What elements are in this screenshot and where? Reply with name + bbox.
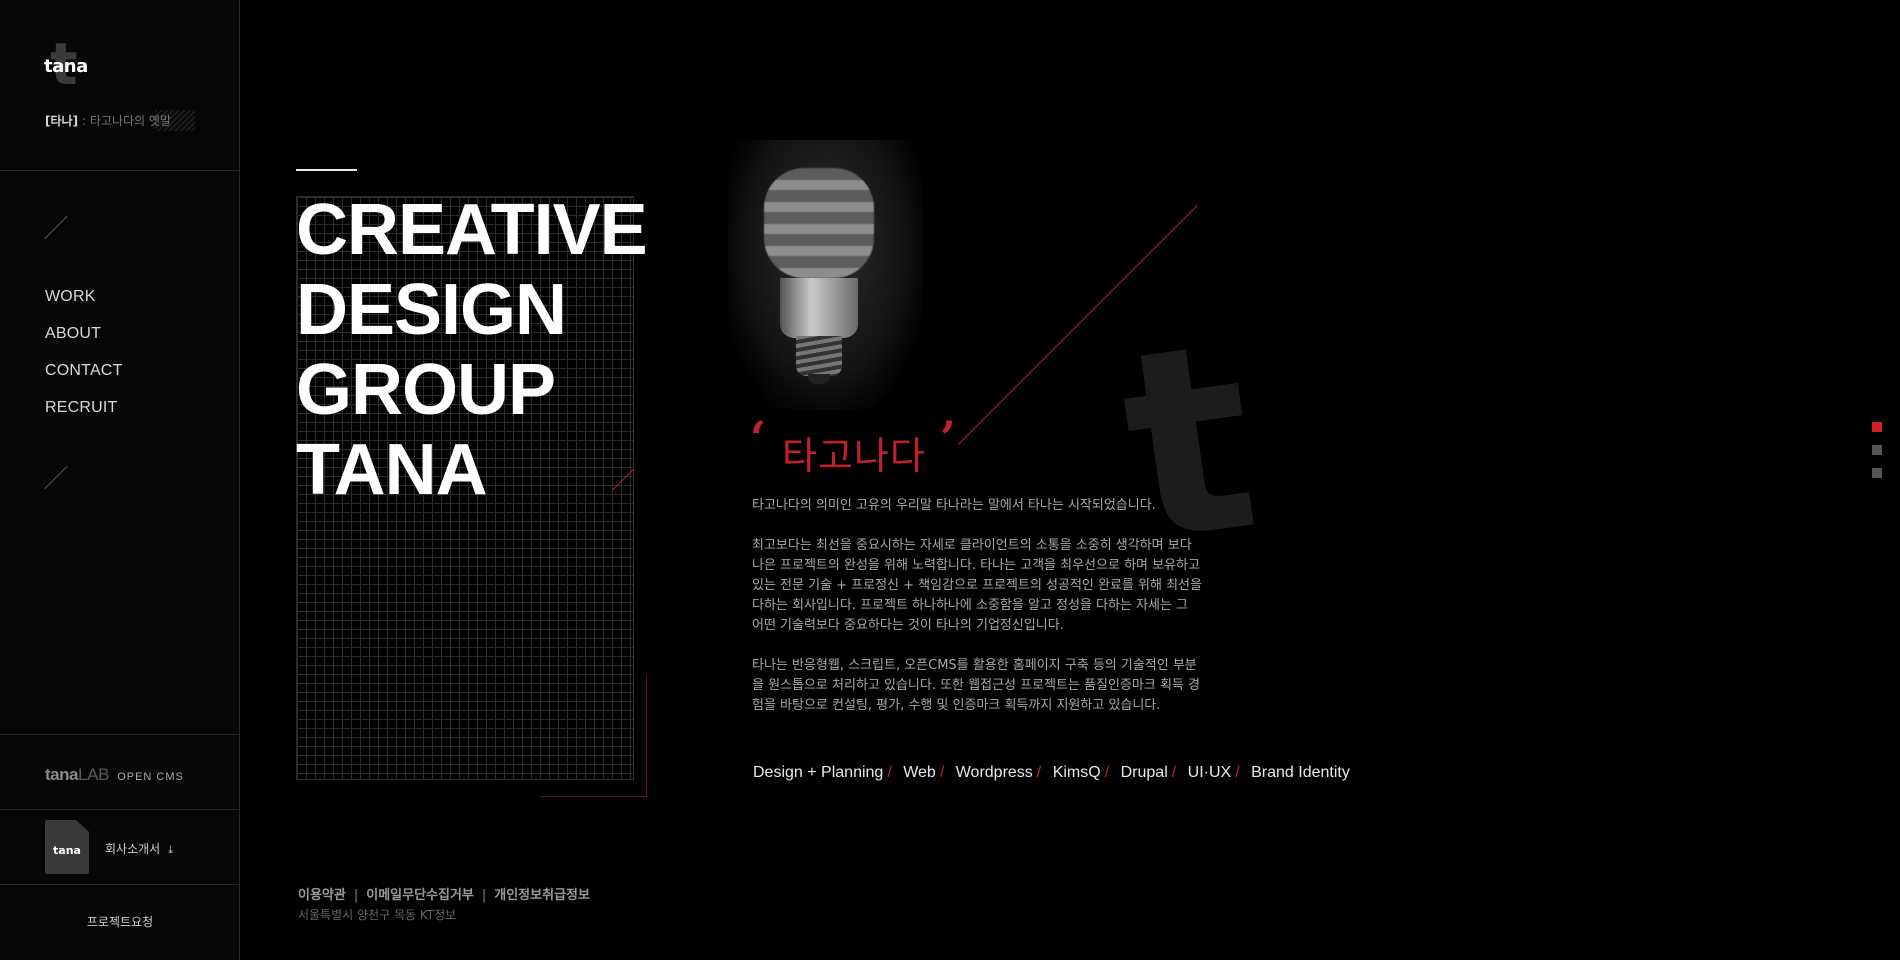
quote-close-mark: ’: [939, 411, 956, 465]
service-item: UI·UX: [1187, 764, 1232, 781]
hero-line: TANA: [296, 430, 488, 510]
download-icon: ⤓: [168, 843, 174, 856]
tagline-text: : 타고나다의 옛말: [82, 114, 172, 128]
footer-separator: |: [353, 888, 359, 903]
pager-dot-2[interactable]: [1872, 445, 1882, 455]
service-item: KimsQ: [1052, 764, 1101, 781]
hero-line: DESIGN: [296, 270, 567, 350]
tagline-bracket: [타나]: [45, 114, 79, 128]
footer-address: 서울특별시 양천구 목동 KT정보: [298, 908, 457, 922]
pager-dot-3[interactable]: [1872, 468, 1882, 478]
quote-heading: ‘ 타고나다 ’: [750, 411, 956, 486]
footer: 이용약관 | 이메일무단수집거부 | 개인정보취급정보 서울특별시 양천구 목동 KT정…: [298, 884, 590, 923]
divider: [0, 809, 240, 810]
brochure-download-link[interactable]: 회사소개서 ⤓: [105, 840, 173, 857]
service-item: Wordpress: [955, 764, 1033, 781]
logo-wordmark: tana: [44, 56, 88, 77]
brand-tagline: [타나]: 타고나다의 옛말: [45, 110, 196, 131]
sidebar: t tana [타나]: 타고나다의 옛말 WORK ABOUT CONTACT…: [0, 0, 240, 960]
lab-name-light: LAB: [77, 765, 110, 784]
footer-separator: |: [481, 888, 487, 903]
hero-line: CREATIVE: [296, 190, 648, 270]
services-list: Design + Planning / Web / Wordpress / KimsQ…: [753, 764, 1350, 781]
footer-link-privacy[interactable]: 개인정보취급정보: [494, 888, 590, 903]
project-request-link[interactable]: 프로젝트요청: [0, 913, 240, 930]
slash-decoration: [44, 466, 68, 490]
quote-title: 타고나다: [782, 434, 926, 478]
divider: [0, 734, 240, 735]
slash-decoration: [44, 216, 68, 240]
section-pager: [1872, 422, 1882, 491]
lab-suffix: OPEN CMS: [117, 771, 184, 783]
quote-open-mark: ‘: [750, 411, 767, 465]
service-item: Brand Identity: [1251, 764, 1350, 781]
description-paragraph: 최고보다는 최선을 중요시하는 자세로 클라이언트의 소통을 소중히 생각하며 …: [752, 538, 1202, 633]
footer-link-terms[interactable]: 이용약관: [298, 888, 346, 903]
document-icon-text: tana: [53, 844, 81, 857]
tana-logo[interactable]: t tana: [44, 35, 104, 93]
nav-item-recruit[interactable]: RECRUIT: [45, 397, 123, 434]
main-nav: WORK ABOUT CONTACT RECRUIT: [45, 286, 123, 434]
lab-name-bold: tana: [45, 765, 78, 784]
divider: [0, 170, 240, 171]
lightbulb-image: [728, 140, 922, 410]
brochure-label: 회사소개서: [105, 842, 161, 856]
nav-item-work[interactable]: WORK: [45, 286, 123, 323]
service-item: Web: [903, 764, 936, 781]
hero-accent-bar: [296, 169, 357, 171]
service-item: Design + Planning: [753, 764, 884, 781]
footer-links: 이용약관 | 이메일무단수집거부 | 개인정보취급정보: [298, 884, 590, 903]
document-icon[interactable]: tana: [45, 820, 89, 874]
nav-item-contact[interactable]: CONTACT: [45, 360, 123, 397]
pager-dot-1[interactable]: [1872, 422, 1882, 432]
hero-line: GROUP: [296, 350, 556, 430]
description-paragraph: 타고나다의 의미인 고유의 우리말 타나라는 말에서 타나는 시작되었습니다.: [752, 498, 1156, 513]
hero-heading: CREATIVE DESIGN GROUP TANA: [296, 190, 648, 510]
divider: [0, 884, 240, 885]
service-item: Drupal: [1120, 764, 1168, 781]
frame-line: [540, 796, 647, 797]
description-paragraph: 타나는 반응형웹, 스크립트, 오픈CMS를 활용한 홈페이지 구축 등의 기술…: [752, 658, 1200, 713]
company-description: 타고나다의 의미인 고유의 우리말 타나라는 말에서 타나는 시작되었습니다. …: [752, 496, 1202, 736]
frame-line: [646, 676, 647, 797]
tanalab-link[interactable]: tana LAB OPEN CMS: [45, 765, 184, 785]
footer-link-email-policy[interactable]: 이메일무단수집거부: [366, 888, 474, 903]
nav-item-about[interactable]: ABOUT: [45, 323, 123, 360]
